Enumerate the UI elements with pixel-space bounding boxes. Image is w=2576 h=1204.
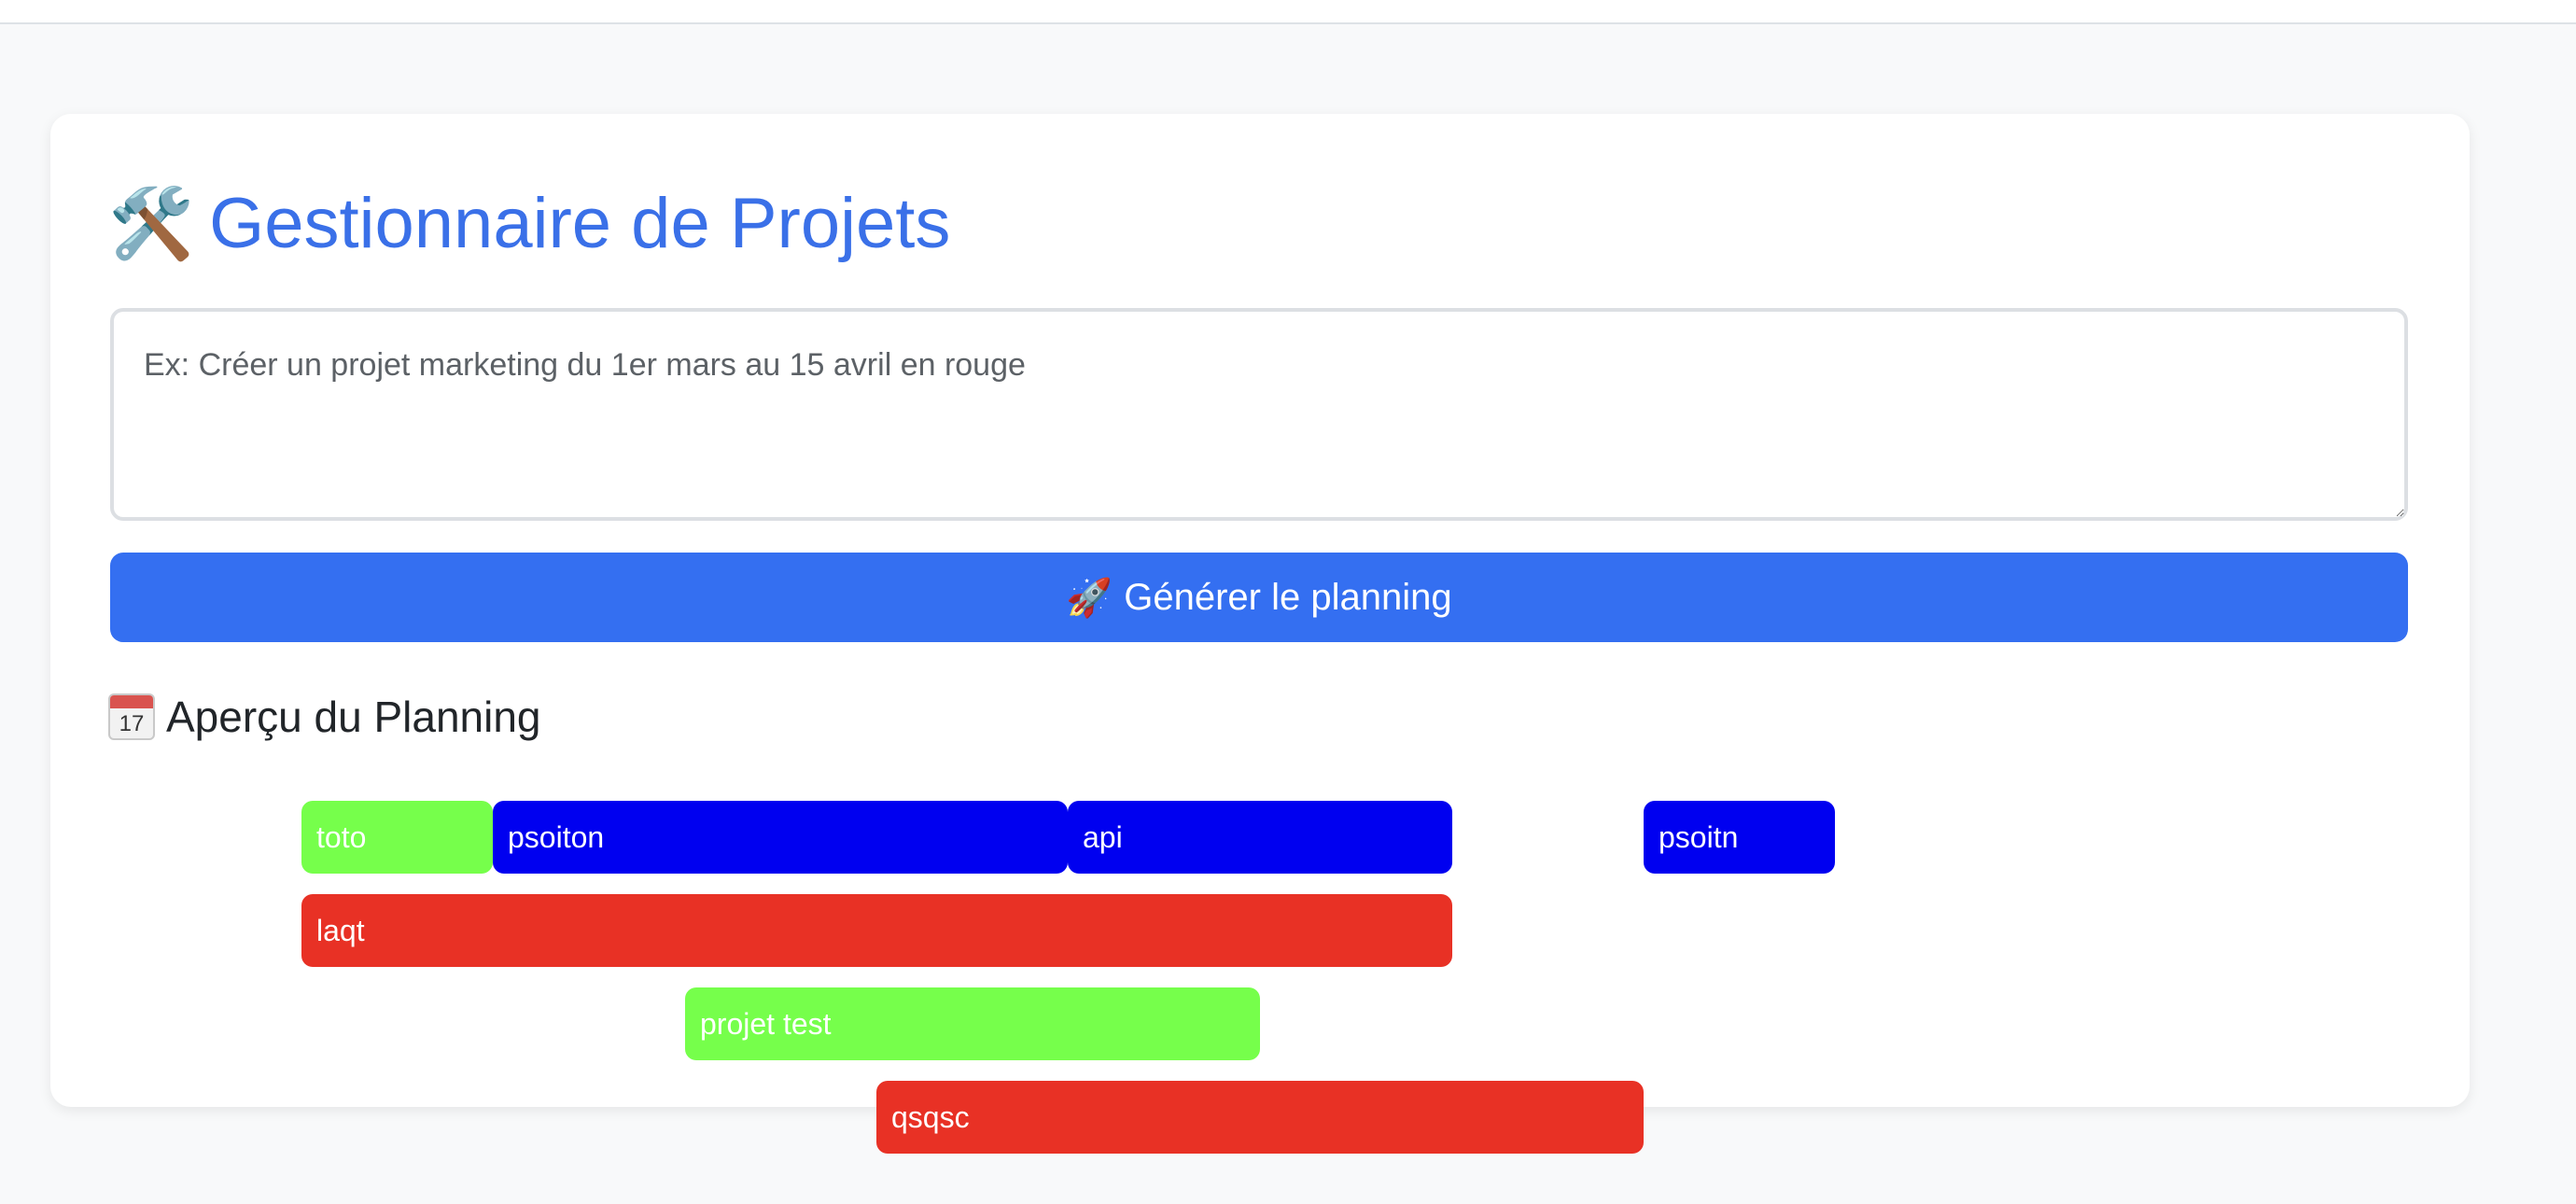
project-prompt-input[interactable] (110, 308, 2408, 521)
task-bar-toto[interactable]: toto (301, 801, 493, 874)
task-bar-laqt[interactable]: laqt (301, 894, 1452, 967)
task-bar-qsqsc[interactable]: qsqsc (876, 1081, 1644, 1154)
top-bar (0, 0, 2576, 24)
task-bar-api[interactable]: api (1068, 801, 1452, 874)
task-bar-projet-test[interactable]: projet test (685, 987, 1260, 1060)
page-title: 🛠️ Gestionnaire de Projets (108, 172, 950, 276)
hammer-and-wrench-icon: 🛠️ (108, 185, 195, 262)
page-title-text: Gestionnaire de Projets (209, 184, 951, 263)
rocket-icon: 🚀 (1066, 577, 1113, 619)
planning-section-title-text: Aperçu du Planning (166, 693, 541, 741)
calendar-icon: 17 (108, 693, 155, 740)
planning-section-title: 17 Aperçu du Planning (108, 683, 541, 750)
task-bar-psoiton[interactable]: psoiton (493, 801, 1068, 874)
task-bar-psoitn[interactable]: psoitn (1644, 801, 1835, 874)
generate-planning-label: Générer le planning (1124, 576, 1452, 618)
generate-planning-button[interactable]: 🚀 Générer le planning (110, 553, 2408, 642)
